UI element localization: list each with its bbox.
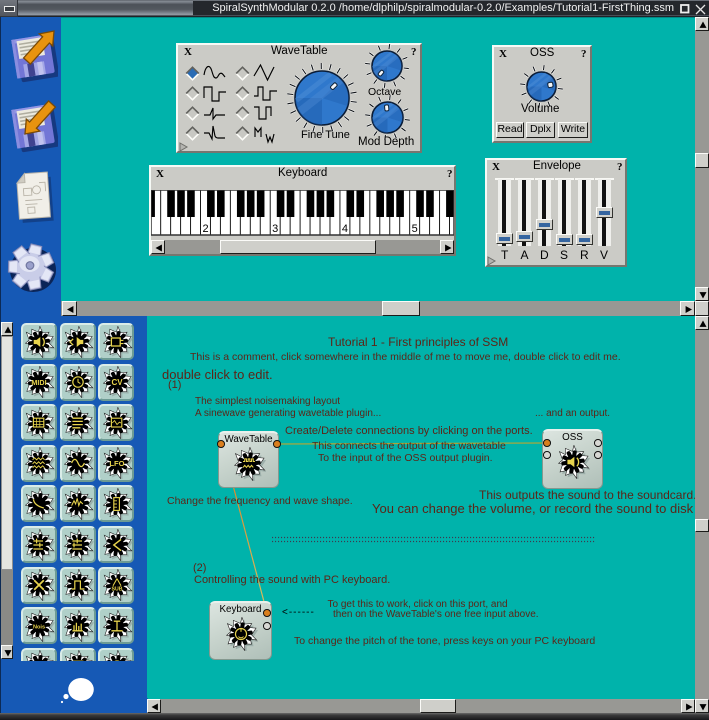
svg-text:2: 2 [202, 223, 208, 235]
svg-text:5: 5 [412, 223, 418, 235]
svg-text:MIDI: MIDI [32, 378, 47, 387]
svg-text:4: 4 [342, 223, 348, 235]
svg-text:CV: CV [111, 378, 123, 387]
svg-text:Nois: Nois [33, 624, 45, 630]
svg-text:LFO: LFO [109, 460, 124, 469]
svg-text:3: 3 [272, 223, 278, 235]
svg-text:SUB: SUB [111, 587, 122, 593]
